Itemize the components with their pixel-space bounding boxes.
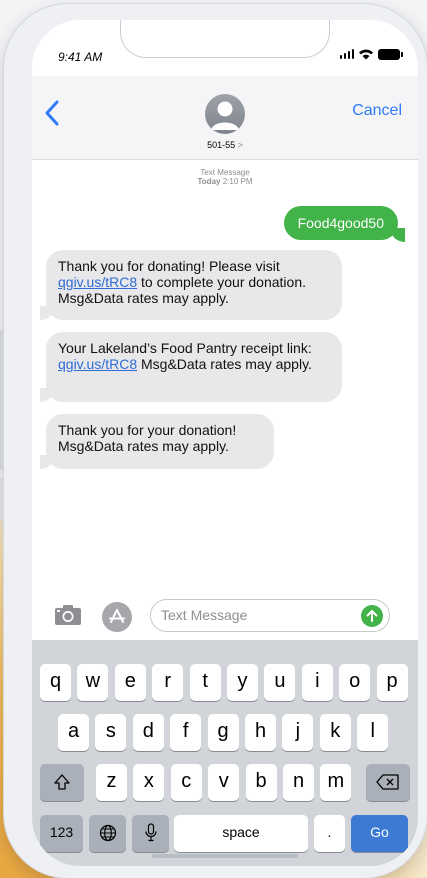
key-c[interactable]: c <box>170 764 202 801</box>
globe-key[interactable] <box>89 815 126 852</box>
contact-name[interactable]: 501-55 > <box>32 140 418 150</box>
contact-number: 501-55 <box>207 140 236 150</box>
wifi-icon <box>359 49 373 60</box>
person-icon <box>211 101 239 130</box>
incoming-message[interactable]: Your Lakeland’s Food Pantry receipt link… <box>46 332 342 402</box>
microphone-icon <box>144 823 157 842</box>
key-v[interactable]: v <box>208 764 240 801</box>
back-button[interactable] <box>42 98 64 128</box>
app-store-button[interactable] <box>102 602 132 632</box>
timestamp-time: 2:10 PM <box>222 177 253 186</box>
backspace-icon <box>376 774 399 790</box>
period-key[interactable]: . <box>314 815 345 852</box>
key-m[interactable]: m <box>320 764 352 801</box>
key-e[interactable]: e <box>114 664 146 701</box>
delete-key[interactable] <box>366 764 410 801</box>
message-link[interactable]: qgiv.us/tRC8 <box>58 356 137 372</box>
message-input[interactable]: Text Message <box>150 599 390 632</box>
contact-chevron: > <box>237 140 243 150</box>
message-input-placeholder: Text Message <box>161 607 248 623</box>
status-time: 9:41 AM <box>58 50 103 64</box>
notch <box>120 20 330 58</box>
key-q[interactable]: q <box>40 664 71 701</box>
key-a[interactable]: a <box>58 714 89 751</box>
keyboard: qwertyuiop asdfghjkl zxcvbnm 123 space .… <box>32 640 418 866</box>
space-key[interactable]: space <box>174 815 308 852</box>
key-t[interactable]: t <box>189 664 221 701</box>
key-g[interactable]: g <box>207 714 239 751</box>
dictation-key[interactable] <box>132 815 169 852</box>
globe-icon <box>99 825 116 842</box>
key-h[interactable]: h <box>245 714 276 751</box>
home-indicator <box>152 854 298 858</box>
message-text: Msg&Data rates may apply. <box>137 356 312 372</box>
key-k[interactable]: k <box>319 714 351 751</box>
cellular-signal-icon <box>339 49 354 59</box>
status-icons <box>339 48 403 60</box>
key-r[interactable]: r <box>152 664 184 701</box>
camera-icon <box>55 605 81 625</box>
key-u[interactable]: u <box>264 664 296 701</box>
camera-button[interactable] <box>54 604 82 626</box>
key-p[interactable]: p <box>376 664 408 701</box>
key-b[interactable]: b <box>245 764 277 801</box>
app-store-icon <box>109 609 125 623</box>
message-link[interactable]: qgiv.us/tRC8 <box>58 274 137 290</box>
phone-screen: 501-55 > Cancel 9:41 AM Text Message Tod… <box>32 20 418 866</box>
contact-avatar[interactable] <box>205 94 245 134</box>
outgoing-message[interactable]: Food4good50 <box>283 206 398 240</box>
key-o[interactable]: o <box>339 664 371 701</box>
numbers-key[interactable]: 123 <box>40 815 83 852</box>
chevron-left-icon <box>45 100 59 126</box>
go-key[interactable]: Go <box>351 815 408 852</box>
conversation-header: 501-55 > Cancel <box>32 76 418 160</box>
timestamp-day: Today <box>197 177 221 186</box>
send-arrow-icon <box>366 610 378 622</box>
key-l[interactable]: l <box>357 714 389 751</box>
cancel-button[interactable]: Cancel <box>352 102 402 120</box>
key-x[interactable]: x <box>133 764 165 801</box>
key-j[interactable]: j <box>282 714 314 751</box>
send-button[interactable] <box>361 605 383 627</box>
timestamp-label: Text Message <box>200 168 250 177</box>
key-w[interactable]: w <box>77 664 109 701</box>
key-z[interactable]: z <box>96 764 127 801</box>
key-s[interactable]: s <box>95 714 127 751</box>
phone-frame: 501-55 > Cancel 9:41 AM Text Message Tod… <box>4 4 427 878</box>
incoming-message[interactable]: Thank you for your donation! Msg&Data ra… <box>46 414 274 469</box>
key-f[interactable]: f <box>170 714 202 751</box>
message-timestamp: Text Message Today 2:10 PM <box>32 168 418 186</box>
incoming-message[interactable]: Thank you for donating! Please visit qgi… <box>46 250 342 320</box>
shift-icon <box>54 774 70 790</box>
shift-key[interactable] <box>40 764 84 801</box>
message-text: Thank you for donating! Please visit <box>58 258 280 274</box>
key-y[interactable]: y <box>227 664 258 701</box>
battery-icon <box>378 48 403 60</box>
key-d[interactable]: d <box>132 714 164 751</box>
key-i[interactable]: i <box>301 664 333 701</box>
message-text: Your Lakeland’s Food Pantry receipt link… <box>58 340 312 356</box>
key-n[interactable]: n <box>283 764 314 801</box>
